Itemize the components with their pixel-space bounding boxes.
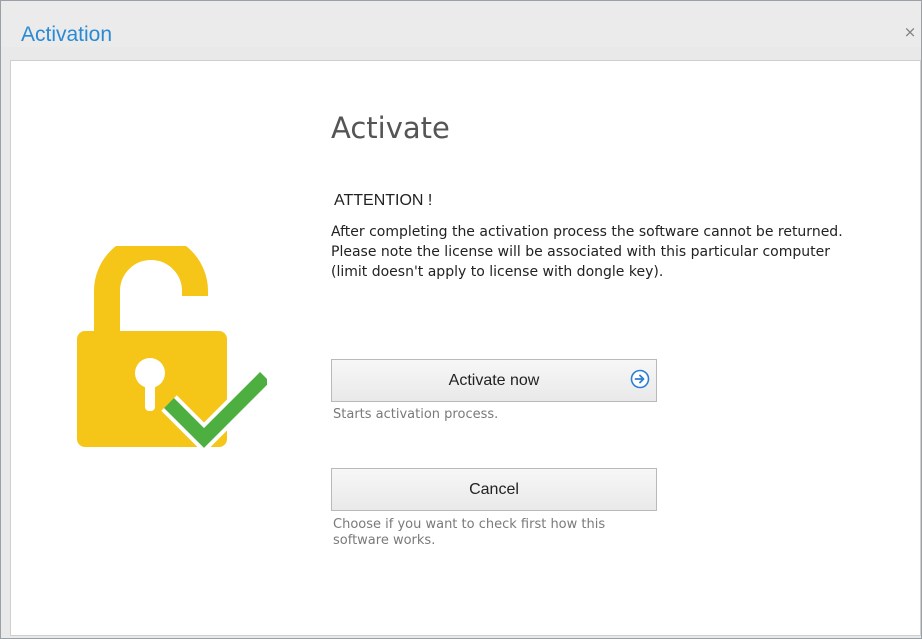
activate-now-label: Activate now	[448, 372, 540, 389]
cancel-hint: Choose if you want to check first how th…	[333, 517, 673, 549]
activate-hint: Starts activation process.	[333, 407, 499, 422]
dialog-content: Activate ATTENTION ! After completing th…	[10, 60, 921, 636]
notice-line: (limit doesn't apply to license with don…	[331, 264, 664, 280]
page-title: Activate	[331, 111, 450, 145]
cancel-hint-line: Choose if you want to check first how th…	[333, 517, 606, 532]
window-title: Activation	[21, 23, 113, 46]
notice-line: After completing the activation process …	[331, 224, 843, 240]
notice-line: Please note the license will be associat…	[331, 244, 830, 260]
cancel-hint-line: software works.	[333, 533, 436, 548]
cancel-button[interactable]: Cancel	[331, 468, 657, 511]
cancel-label: Cancel	[469, 481, 519, 498]
activation-notice: After completing the activation process …	[331, 222, 871, 282]
attention-label: ATTENTION !	[334, 192, 433, 209]
arrow-right-circle-icon	[630, 369, 650, 389]
close-icon[interactable]: ×	[903, 23, 917, 41]
title-bar: Activation ×	[1, 1, 921, 47]
activate-now-button[interactable]: Activate now	[331, 359, 657, 402]
activation-window: Activation × Activate ATTENTION ! After …	[0, 0, 922, 639]
unlocked-padlock-icon	[77, 246, 267, 451]
